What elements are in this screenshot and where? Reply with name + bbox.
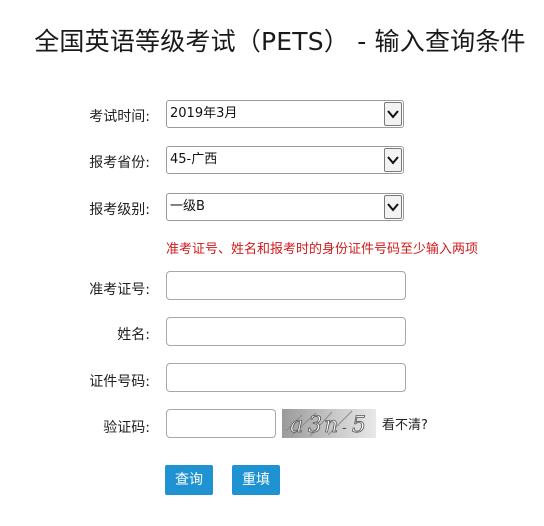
chevron-down-icon[interactable]: [384, 195, 402, 219]
province-label: 报考省份:: [89, 155, 150, 171]
level-selected: 一级B: [170, 199, 205, 214]
admission-number-label: 准考证号:: [89, 282, 150, 298]
chevron-down-icon[interactable]: [384, 102, 402, 126]
chevron-down-icon[interactable]: [384, 148, 402, 172]
captcha-input[interactable]: [166, 409, 276, 438]
level-label: 报考级别:: [89, 202, 150, 218]
page-title: 全国英语等级考试（PETS） - 输入查询条件: [34, 27, 526, 56]
exam-time-selected: 2019年3月: [170, 106, 238, 121]
exam-time-select[interactable]: 2019年3月: [166, 100, 404, 128]
reset-button[interactable]: 重填: [232, 465, 280, 495]
id-number-input[interactable]: [166, 363, 406, 392]
province-select[interactable]: 45-广西: [166, 146, 404, 174]
query-button[interactable]: 查询: [165, 465, 213, 495]
captcha-image[interactable]: a 3 n - 5: [282, 409, 376, 438]
svg-text:a: a: [290, 413, 304, 438]
svg-text:5: 5: [352, 413, 366, 438]
exam-time-label: 考试时间:: [89, 109, 150, 125]
captcha-refresh-link[interactable]: 看不清?: [382, 414, 428, 433]
svg-text:3: 3: [308, 413, 322, 438]
province-selected: 45-广西: [170, 152, 218, 167]
input-requirement-notice: 准考证号、姓名和报考时的身份证件号码至少输入两项: [166, 242, 479, 257]
level-select[interactable]: 一级B: [166, 193, 404, 221]
id-number-label: 证件号码:: [89, 374, 150, 390]
admission-number-input[interactable]: [166, 271, 406, 300]
captcha-label: 验证码:: [103, 420, 150, 436]
svg-text:n: n: [324, 413, 338, 438]
svg-text:-: -: [342, 420, 347, 436]
name-input[interactable]: [166, 317, 406, 346]
name-label: 姓名:: [117, 327, 150, 343]
